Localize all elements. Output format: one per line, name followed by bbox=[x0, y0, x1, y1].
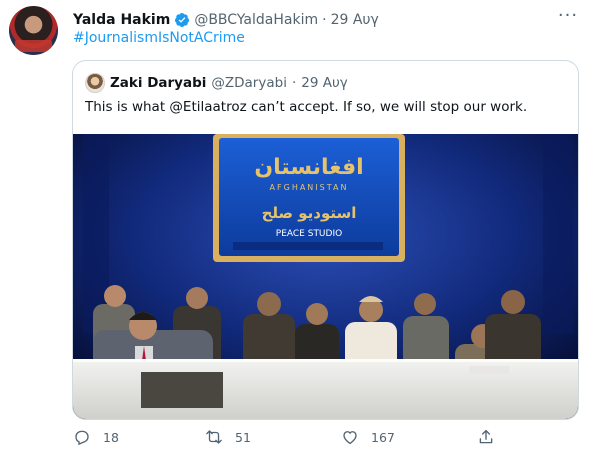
quoted-tweet-media[interactable]: افغانستان AFGHANISTAN استودیو صلح PEACE … bbox=[73, 134, 578, 419]
like-icon bbox=[343, 431, 357, 445]
tweet-date[interactable]: 29 Αυγ bbox=[331, 12, 379, 28]
quoted-author-handle[interactable]: @ZDaryabi bbox=[211, 75, 287, 91]
author-handle[interactable]: @BBCYaldaHakim bbox=[194, 12, 318, 28]
share-button[interactable] bbox=[477, 428, 495, 446]
retweet-button[interactable]: 51 bbox=[205, 428, 251, 446]
screen-label: PEACE STUDIO bbox=[276, 229, 342, 239]
screen-subtitle: AFGHANISTAN bbox=[270, 183, 349, 192]
quoted-author-avatar[interactable] bbox=[85, 73, 105, 93]
like-button[interactable]: 167 bbox=[341, 428, 395, 446]
tv-studio-photo: افغانستان AFGHANISTAN استودیو صلح PEACE … bbox=[73, 134, 578, 419]
more-icon[interactable]: ··· bbox=[556, 7, 580, 28]
share-icon bbox=[479, 429, 493, 444]
separator-dot: · bbox=[291, 75, 297, 91]
quoted-tweet-date[interactable]: 29 Αυγ bbox=[301, 75, 348, 91]
retweet-icon bbox=[206, 430, 222, 444]
quoted-author-name[interactable]: Zaki Daryabi bbox=[110, 75, 206, 91]
separator-dot: · bbox=[322, 12, 327, 28]
reply-icon bbox=[75, 430, 89, 446]
tweet-header: Yalda Hakim @BBCYaldaHakim · 29 Αυγ bbox=[73, 10, 379, 30]
quoted-tweet-header: Zaki Daryabi @ZDaryabi · 29 Αυγ bbox=[85, 72, 348, 94]
author-name[interactable]: Yalda Hakim bbox=[73, 12, 170, 28]
reply-button[interactable]: 18 bbox=[73, 428, 119, 446]
hashtag-link[interactable]: #JournalismIsNotACrime bbox=[73, 30, 245, 46]
verified-badge-icon bbox=[175, 13, 190, 27]
like-count: 167 bbox=[371, 429, 395, 445]
screen-line: استودیو صلح bbox=[262, 204, 357, 222]
author-avatar[interactable] bbox=[9, 6, 58, 55]
reply-count: 18 bbox=[103, 429, 119, 445]
quoted-tweet-text: This is what @Etilaatroz can’t accept. I… bbox=[85, 99, 528, 115]
quoted-tweet[interactable]: Zaki Daryabi @ZDaryabi · 29 Αυγ This is … bbox=[72, 60, 579, 420]
screen-title: افغانستان bbox=[254, 155, 363, 180]
tweet-actions: 18 51 167 bbox=[73, 428, 513, 452]
retweet-count: 51 bbox=[235, 429, 251, 445]
